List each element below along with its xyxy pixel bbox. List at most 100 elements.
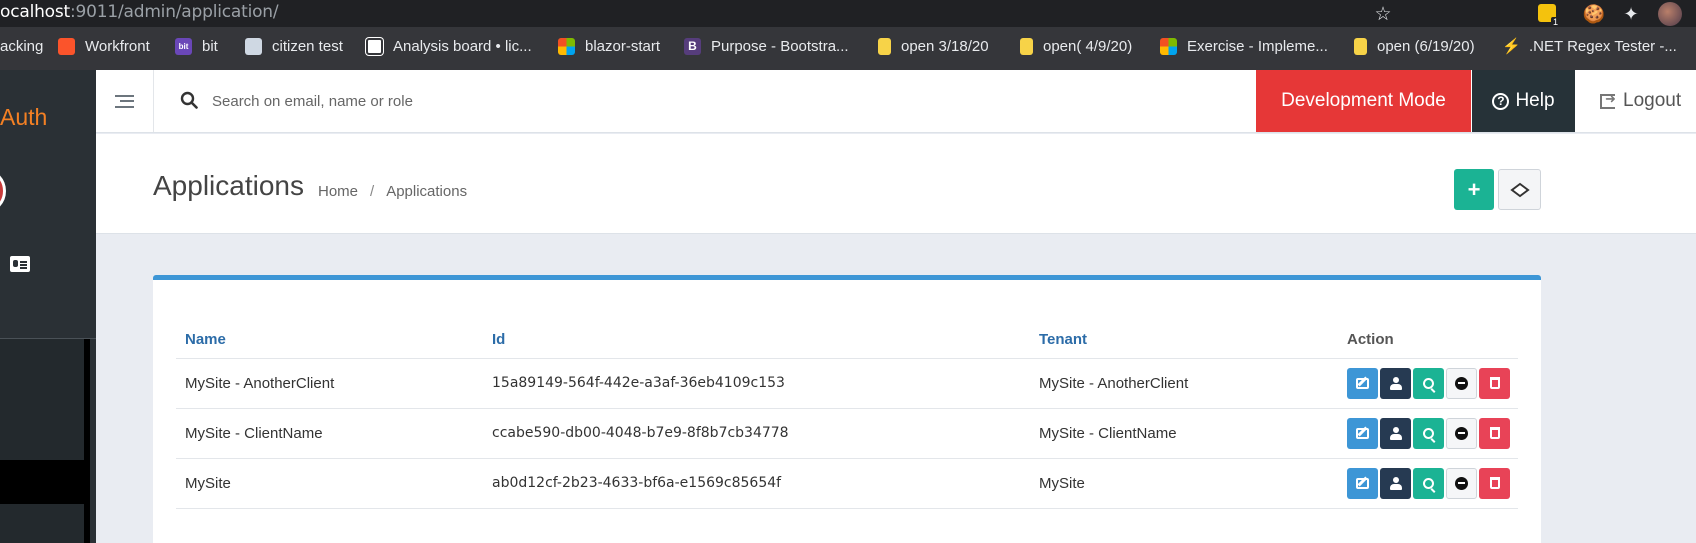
trash-icon bbox=[1489, 477, 1500, 489]
column-header-name[interactable]: Name bbox=[176, 322, 483, 359]
search-icon bbox=[180, 91, 198, 109]
bookmark-item[interactable]: open (6/19/20) bbox=[1354, 38, 1475, 55]
disable-button[interactable] bbox=[1446, 417, 1477, 449]
cube-button[interactable] bbox=[1498, 169, 1541, 210]
edit-icon bbox=[1356, 477, 1369, 489]
shield-icon bbox=[245, 38, 262, 55]
bookmark-item[interactable]: acking bbox=[0, 38, 43, 55]
url-text[interactable]: ocalhost:9011/admin/application/ bbox=[0, 2, 279, 22]
add-application-button[interactable]: + bbox=[1454, 169, 1494, 210]
id-card-icon[interactable] bbox=[10, 256, 30, 272]
cell-id: 15a89149-564f-442e-a3af-36eb4109c153 bbox=[483, 358, 1030, 409]
bookmarks-bar: acking Workfront bit bit citizen test Ana… bbox=[0, 27, 1696, 70]
cookie-icon[interactable]: 🍪 bbox=[1583, 3, 1605, 25]
brand-logo-text[interactable]: Auth bbox=[0, 104, 47, 131]
bookmark-item[interactable]: open( 4/9/20) bbox=[1020, 38, 1132, 55]
puzzle-extensions-icon[interactable]: ✦ bbox=[1620, 3, 1642, 25]
delete-button[interactable] bbox=[1479, 417, 1510, 449]
search-icon bbox=[1423, 427, 1434, 439]
bookmark-item[interactable]: open 3/18/20 bbox=[878, 38, 989, 55]
view-button[interactable] bbox=[1413, 467, 1444, 499]
sidebar-toggle-button[interactable] bbox=[96, 70, 154, 132]
cell-name: MySite - AnotherClient bbox=[176, 358, 483, 409]
disable-button[interactable] bbox=[1446, 367, 1477, 399]
bookmark-item[interactable]: Exercise - Impleme... bbox=[1160, 38, 1328, 55]
column-header-id[interactable]: Id bbox=[483, 322, 1030, 359]
user-icon bbox=[1389, 426, 1402, 440]
breadcrumb-home-link[interactable]: Home bbox=[318, 183, 358, 200]
search-icon bbox=[1423, 377, 1434, 389]
breadcrumb-separator: / bbox=[370, 183, 375, 200]
note-icon bbox=[1020, 38, 1033, 55]
cell-actions bbox=[1338, 458, 1518, 509]
table-header-row: Name Id Tenant Action bbox=[176, 322, 1518, 359]
bookmark-item[interactable]: bit bit bbox=[175, 38, 218, 55]
bookmark-item[interactable]: ⚡ .NET Regex Tester -... bbox=[1502, 38, 1677, 55]
browser-url-bar[interactable]: ocalhost:9011/admin/application/ ☆ 1 🍪 ✦ bbox=[0, 0, 1696, 27]
trash-icon bbox=[1489, 377, 1500, 389]
bookmark-star-icon[interactable]: ☆ bbox=[1372, 3, 1394, 25]
sidebar: Auth bbox=[0, 70, 96, 543]
development-mode-badge[interactable]: Development Mode bbox=[1256, 70, 1471, 132]
microsoft-icon bbox=[558, 38, 575, 55]
table-row: MySite - ClientName ccabe590-db00-4048-b… bbox=[176, 408, 1518, 459]
note-icon bbox=[878, 38, 891, 55]
question-circle-icon: ? bbox=[1492, 92, 1510, 110]
bookmark-item[interactable]: blazor-start bbox=[558, 38, 660, 55]
profile-avatar[interactable] bbox=[1658, 2, 1682, 26]
disable-button[interactable] bbox=[1446, 467, 1477, 499]
bit-icon: bit bbox=[175, 38, 192, 55]
trash-icon bbox=[1489, 427, 1500, 439]
sidebar-menu-area bbox=[0, 339, 90, 543]
note-icon bbox=[1354, 38, 1367, 55]
menu-icon bbox=[115, 94, 134, 108]
cell-actions bbox=[1338, 358, 1518, 409]
cell-tenant: MySite bbox=[1030, 458, 1338, 509]
cell-tenant: MySite - AnotherClient bbox=[1030, 358, 1338, 409]
users-button[interactable] bbox=[1380, 467, 1411, 499]
table-row: MySite ab0d12cf-2b23-4633-bf6a-e1569c856… bbox=[176, 458, 1518, 509]
edit-button[interactable] bbox=[1347, 367, 1378, 399]
logout-button[interactable]: Logout bbox=[1600, 70, 1681, 132]
logout-label: Logout bbox=[1623, 90, 1682, 111]
bookmark-item[interactable]: B Purpose - Bootstra... bbox=[684, 38, 849, 55]
delete-button[interactable] bbox=[1479, 467, 1510, 499]
applications-card: Name Id Tenant Action MySite - AnotherCl… bbox=[153, 275, 1541, 543]
edit-button[interactable] bbox=[1347, 417, 1378, 449]
cell-name: MySite bbox=[176, 458, 483, 509]
users-button[interactable] bbox=[1380, 367, 1411, 399]
view-button[interactable] bbox=[1413, 367, 1444, 399]
view-button[interactable] bbox=[1413, 417, 1444, 449]
sidebar-footer bbox=[0, 460, 90, 504]
search-input[interactable] bbox=[212, 86, 1012, 116]
breadcrumb-current: Applications bbox=[386, 183, 468, 200]
help-button[interactable]: ? Help bbox=[1472, 70, 1575, 132]
minus-circle-icon bbox=[1455, 476, 1468, 490]
extension-icon[interactable]: 1 bbox=[1538, 4, 1560, 27]
lichess-icon bbox=[366, 38, 383, 55]
bootstrap-icon: B bbox=[684, 38, 701, 55]
bookmark-item[interactable]: citizen test bbox=[245, 38, 343, 55]
cube-icon bbox=[1509, 182, 1530, 197]
delete-button[interactable] bbox=[1479, 367, 1510, 399]
table-row: MySite - AnotherClient 15a89149-564f-442… bbox=[176, 358, 1518, 409]
users-button[interactable] bbox=[1380, 417, 1411, 449]
url-host: ocalhost bbox=[0, 2, 70, 22]
top-navbar: Development Mode ? Help Logout bbox=[96, 70, 1696, 133]
url-path: :9011/admin/application/ bbox=[70, 2, 279, 22]
edit-icon bbox=[1356, 427, 1369, 439]
bookmark-item[interactable]: Analysis board • lic... bbox=[366, 38, 532, 55]
minus-circle-icon bbox=[1455, 376, 1468, 390]
cell-actions bbox=[1338, 408, 1518, 459]
user-icon bbox=[1389, 476, 1402, 490]
page-header: Applications Home / Applications + bbox=[96, 134, 1696, 234]
edit-button[interactable] bbox=[1347, 467, 1378, 499]
cell-id: ccabe590-db00-4048-b7e9-8f8b7cb34778 bbox=[483, 408, 1030, 459]
bookmark-item[interactable]: Workfront bbox=[58, 38, 150, 55]
sign-out-icon bbox=[1600, 91, 1616, 109]
user-icon bbox=[1389, 376, 1402, 390]
cell-tenant: MySite - ClientName bbox=[1030, 408, 1338, 459]
breadcrumb: Home / Applications bbox=[318, 183, 467, 200]
user-avatar[interactable] bbox=[0, 168, 6, 214]
column-header-tenant[interactable]: Tenant bbox=[1030, 322, 1338, 359]
